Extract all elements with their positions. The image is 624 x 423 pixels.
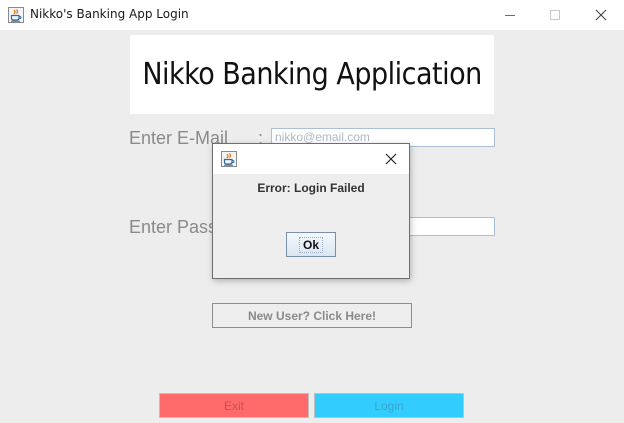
java-icon	[8, 7, 24, 23]
minimize-icon	[504, 6, 516, 25]
error-dialog: Error: Login Failed Ok	[212, 143, 410, 279]
new-user-button[interactable]: New User? Click Here!	[212, 303, 412, 328]
dialog-title-bar	[213, 144, 409, 174]
close-icon	[595, 6, 607, 25]
password-field[interactable]	[404, 217, 495, 236]
exit-label: Exit	[223, 398, 244, 413]
exit-button[interactable]: Exit	[159, 393, 309, 418]
new-user-label: New User? Click Here!	[247, 308, 377, 323]
minimize-button[interactable]	[487, 0, 533, 30]
title-bar: Nikko's Banking App Login	[0, 0, 624, 30]
app-banner: Nikko Banking Application	[130, 35, 494, 114]
ok-button[interactable]: Ok	[286, 232, 336, 257]
login-button[interactable]: Login	[314, 393, 464, 418]
login-label: Login	[374, 398, 404, 413]
app-title: Nikko Banking Application	[142, 57, 482, 92]
password-label: Enter Pass	[129, 217, 218, 237]
close-icon	[383, 152, 399, 171]
ok-label: Ok	[298, 236, 323, 253]
maximize-button[interactable]	[532, 0, 578, 30]
dialog-close-button[interactable]	[383, 151, 399, 167]
error-message: Error: Login Failed	[257, 181, 365, 195]
window-title: Nikko's Banking App Login	[30, 7, 189, 21]
window-close-button[interactable]	[578, 0, 624, 30]
java-icon	[221, 151, 237, 167]
login-window: Nikko's Banking App Login Nikko Banking …	[0, 0, 624, 423]
maximize-icon	[549, 6, 561, 25]
